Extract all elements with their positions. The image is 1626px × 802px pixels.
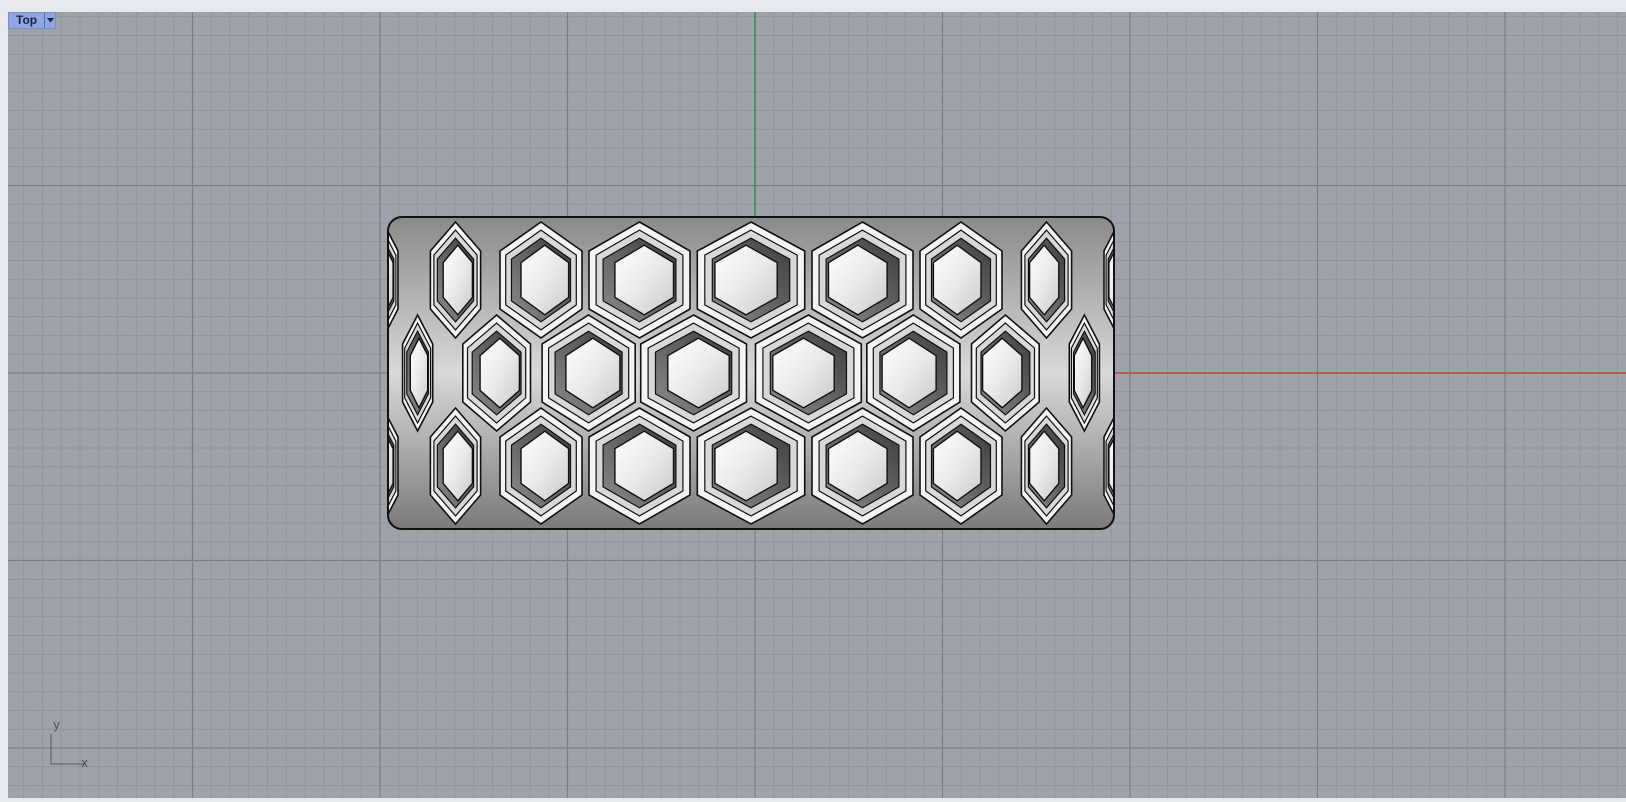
viewport-frame: y x Top (0, 0, 1626, 802)
honeycomb-ring-model[interactable] (368, 217, 1134, 529)
caret-down-icon[interactable] (44, 13, 55, 28)
axis-y-label: y (53, 718, 61, 732)
world-axes-icon: y x (48, 718, 98, 777)
construction-grid (8, 12, 1626, 798)
viewport-title-tab[interactable]: Top (8, 12, 57, 29)
axes-icon (50, 734, 86, 765)
viewport-name-label[interactable]: Top (9, 13, 44, 28)
top-viewport[interactable]: y x (8, 12, 1626, 798)
axis-x-label: x (81, 756, 89, 770)
